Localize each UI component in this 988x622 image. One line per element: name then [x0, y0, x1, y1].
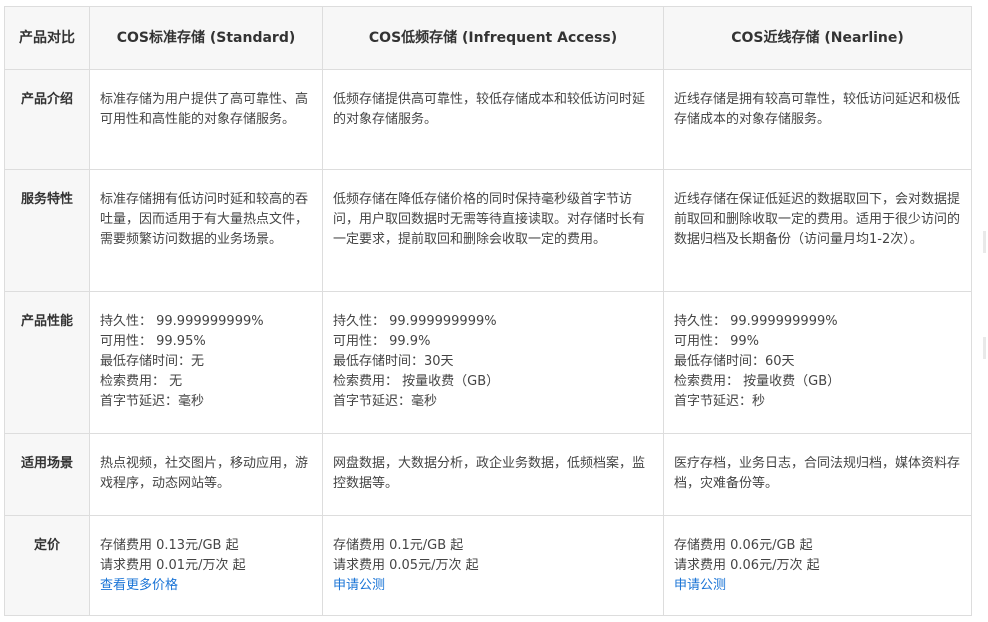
features-ia: 低频存储在降低存储价格的同时保持毫秒级首字节访问，用户取回数据时无需等待直接读取… [322, 169, 664, 292]
perf-line: 最低存储时间：60天 [674, 354, 795, 369]
row-perf: 产品性能 持久性： 99.999999999% 可用性： 99.95% 最低存储… [4, 291, 972, 434]
apply-beta-link-ia[interactable]: 申请公测 [333, 576, 653, 596]
perf-line: 检索费用： 按量收费（GB） [674, 374, 841, 389]
perf-line: 首字节延迟：秒 [674, 394, 766, 409]
perf-line: 持久性： 99.999999999% [674, 314, 838, 329]
scenarios-ia: 网盘数据，大数据分析，政企业务数据，低频档案，监控数据等。 [322, 433, 664, 516]
price-line: 请求费用 0.06元/万次 起 [674, 558, 820, 573]
pricing-standard: 存储费用 0.13元/GB 起 请求费用 0.01元/万次 起 查看更多价格 [89, 515, 323, 616]
perf-line: 可用性： 99.95% [100, 334, 206, 349]
perf-line: 最低存储时间：30天 [333, 354, 454, 369]
header-nearline: COS近线存储 (Nearline) [663, 6, 972, 70]
perf-line: 可用性： 99% [674, 334, 760, 349]
perf-line: 最低存储时间：无 [100, 354, 205, 369]
perf-line: 可用性： 99.9% [333, 334, 431, 349]
perf-nearline: 持久性： 99.999999999% 可用性： 99% 最低存储时间：60天 检… [663, 291, 972, 434]
price-line: 存储费用 0.13元/GB 起 [100, 538, 239, 553]
row-scenarios: 适用场景 热点视频，社交图片，移动应用，游戏程序，动态网站等。 网盘数据，大数据… [4, 433, 972, 516]
pricing-nearline: 存储费用 0.06元/GB 起 请求费用 0.06元/万次 起 申请公测 [663, 515, 972, 616]
perf-line: 首字节延迟：毫秒 [100, 394, 205, 409]
perf-line: 持久性： 99.999999999% [100, 314, 264, 329]
perf-line: 检索费用： 无 [100, 374, 183, 389]
row-label-scenarios: 适用场景 [4, 433, 90, 516]
pricing-ia: 存储费用 0.1元/GB 起 请求费用 0.05元/万次 起 申请公测 [322, 515, 664, 616]
apply-beta-link-nearline[interactable]: 申请公测 [674, 576, 961, 596]
row-label-pricing: 定价 [4, 515, 90, 616]
features-standard: 标准存储拥有低访问时延和较高的吞吐量，因而适用于有大量热点文件，需要频繁访问数据… [89, 169, 323, 292]
row-label-perf: 产品性能 [4, 291, 90, 434]
price-line: 存储费用 0.06元/GB 起 [674, 538, 813, 553]
perf-line: 首字节延迟：毫秒 [333, 394, 438, 409]
row-features: 服务特性 标准存储拥有低访问时延和较高的吞吐量，因而适用于有大量热点文件，需要频… [4, 169, 972, 292]
intro-ia: 低频存储提供高可靠性，较低存储成本和较低访问时延的对象存储服务。 [322, 69, 664, 170]
header-corner: 产品对比 [4, 6, 90, 70]
row-pricing: 定价 存储费用 0.13元/GB 起 请求费用 0.01元/万次 起 查看更多价… [4, 515, 972, 616]
price-line: 请求费用 0.01元/万次 起 [100, 558, 246, 573]
header-ia: COS低频存储 (Infrequent Access) [322, 6, 664, 70]
features-nearline: 近线存储在保证低延迟的数据取回下，会对数据提前取回和删除收取一定的费用。适用于很… [663, 169, 972, 292]
right-edge-mark [983, 337, 986, 359]
more-pricing-link[interactable]: 查看更多价格 [100, 576, 312, 596]
scenarios-nearline: 医疗存档，业务日志，合同法规归档，媒体资料存档，灾难备份等。 [663, 433, 972, 516]
scenarios-standard: 热点视频，社交图片，移动应用，游戏程序，动态网站等。 [89, 433, 323, 516]
perf-ia: 持久性： 99.999999999% 可用性： 99.9% 最低存储时间：30天… [322, 291, 664, 434]
header-standard: COS标准存储 (Standard) [89, 6, 323, 70]
row-label-features: 服务特性 [4, 169, 90, 292]
header-row: 产品对比 COS标准存储 (Standard) COS低频存储 (Infrequ… [4, 6, 972, 70]
row-intro: 产品介绍 标准存储为用户提供了高可靠性、高可用性和高性能的对象存储服务。 低频存… [4, 69, 972, 170]
row-label-intro: 产品介绍 [4, 69, 90, 170]
comparison-table-wrapper: 产品对比 COS标准存储 (Standard) COS低频存储 (Infrequ… [4, 6, 972, 616]
comparison-table: 产品对比 COS标准存储 (Standard) COS低频存储 (Infrequ… [4, 6, 972, 616]
intro-standard: 标准存储为用户提供了高可靠性、高可用性和高性能的对象存储服务。 [89, 69, 323, 170]
perf-line: 持久性： 99.999999999% [333, 314, 497, 329]
intro-nearline: 近线存储是拥有较高可靠性，较低访问延迟和极低存储成本的对象存储服务。 [663, 69, 972, 170]
right-edge-mark [983, 231, 986, 253]
price-line: 请求费用 0.05元/万次 起 [333, 558, 479, 573]
perf-standard: 持久性： 99.999999999% 可用性： 99.95% 最低存储时间：无 … [89, 291, 323, 434]
perf-line: 检索费用： 按量收费（GB） [333, 374, 500, 389]
price-line: 存储费用 0.1元/GB 起 [333, 538, 464, 553]
